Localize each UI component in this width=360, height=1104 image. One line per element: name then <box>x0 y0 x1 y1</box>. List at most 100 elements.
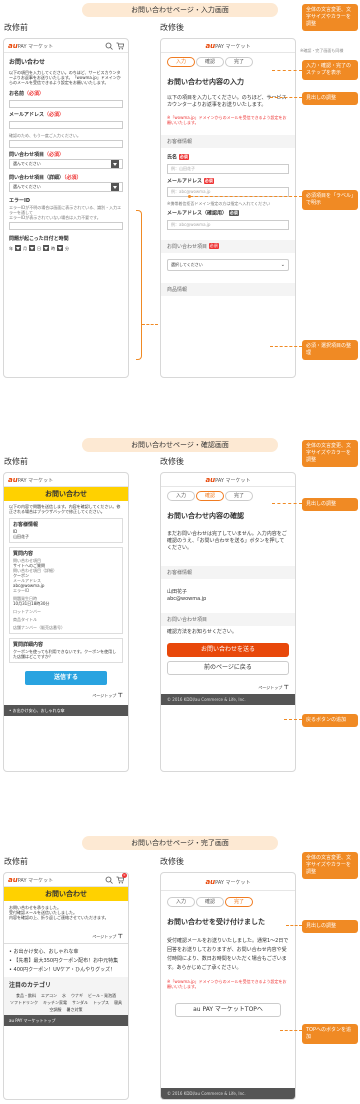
search-icon[interactable] <box>105 42 113 50</box>
annotation-2: 見出しの調整 <box>302 498 358 511</box>
item-select[interactable]: 選択してください ⌄ <box>167 258 289 271</box>
category-item[interactable]: 暑さ対策 <box>67 1007 83 1012</box>
error-id-input[interactable] <box>9 222 123 230</box>
input-after-phone: auPAY マーケット 入力 確認 完了 お問い合わせ内容の入力 以下の項目を入… <box>160 38 296 378</box>
list-item[interactable]: • 400円クーポン！UVケア・ひんやりグッズ！ <box>9 967 123 974</box>
month-select[interactable] <box>15 245 21 251</box>
category-item[interactable]: サンダル <box>72 1000 88 1005</box>
logo[interactable]: auPAY マーケット <box>8 42 53 50</box>
back-button[interactable]: 前のページに戻る <box>167 661 289 675</box>
page-title: お問い合わせ <box>4 887 128 901</box>
customer-header: お客様情報 <box>161 135 295 148</box>
page-title: お問い合わせ内容の確認 <box>167 512 244 520</box>
email-label: メールアドレス 必須 <box>167 177 214 184</box>
email-confirm-input[interactable]: 例：abc@wowma.jp <box>167 219 289 230</box>
detail-box: 質問詳細内容 クーポンを使っても利用できないです。クーポンを使用した店舗はどこで… <box>9 638 123 663</box>
annotation-1: 全体の文言変更、文字サイズやカラーを調整 <box>302 440 358 467</box>
category-item[interactable]: 水 <box>62 993 66 998</box>
logo[interactable]: auPAY マーケット <box>205 878 250 886</box>
connector-dot <box>188 195 191 198</box>
section-title-confirm: お問い合わせページ・確認画面 <box>82 438 278 452</box>
category-item[interactable]: キッチン家電 <box>43 1000 67 1005</box>
category-item[interactable]: トップス <box>93 1000 109 1005</box>
page-title: お問い合わせ内容の入力 <box>167 78 244 86</box>
footer-link[interactable]: au PAY マーケットトップ <box>4 1015 128 1026</box>
input-before-phone: auPAY マーケット お問い合わせ 以下の項目を入力してください。のちほど、サ… <box>3 38 129 378</box>
complete-after-phone: auPAY マーケット 入力 確認 完了 お問い合わせを受け付けました 受付確認… <box>160 872 296 1100</box>
hour-select[interactable] <box>43 245 49 251</box>
annotation-1: 全体の文言変更、文字サイズやカラーを調整 <box>302 4 358 31</box>
step-complete: 完了 <box>225 57 253 67</box>
date-label: 問題が起こった日付と時間 <box>9 236 69 242</box>
intro-text: 以下の項目を入力してください。のちほど、サービスカウンターよりお返事をお送りいた… <box>9 70 121 85</box>
category-item[interactable]: ソフトドリンク <box>10 1000 38 1005</box>
connector <box>272 70 302 71</box>
step-input: 入力 <box>167 491 195 501</box>
category-item[interactable]: ビール・発泡酒 <box>88 993 116 998</box>
body-3: 内容を確認の上、折り返しご連絡させていただきます。 <box>9 915 109 920</box>
note-confirm-complete: ※確認・完了画面も同様 <box>300 48 344 53</box>
send-button[interactable]: 送信する <box>25 671 107 685</box>
body-text: 受付確認メールをお送りいたしました。通常1〜2日で回答をお送りしておりますが、お… <box>167 938 289 971</box>
name-label: 氏名 必須 <box>167 154 189 161</box>
pagetop-link[interactable]: ページトップ ⊤ <box>161 679 295 694</box>
logo[interactable]: auPAY マーケット <box>8 876 53 884</box>
annotation-2: 見出しの調整 <box>302 920 358 933</box>
category-list: 食品・飲料 エアコン 水 ウナギ ビール・発泡酒 ソフトドリンク キッチン家電 … <box>9 993 123 1012</box>
pagetop-link[interactable]: ページトップ ⊤ <box>9 693 123 699</box>
category-item[interactable]: 空調服 <box>50 1007 62 1012</box>
item-detail-label: 問い合わせ項目（詳細）（必須） <box>9 175 82 181</box>
connector <box>270 97 302 98</box>
item-header: お問い合わせ項目 必須 <box>161 239 295 253</box>
section-title-complete: お問い合わせページ・完了画面 <box>82 836 278 850</box>
connector <box>286 925 302 926</box>
send-button[interactable]: お問い合わせを送る <box>167 643 289 657</box>
footer-item[interactable]: • お出かけ安心、おしゃれな傘 <box>4 705 128 716</box>
label-after: 改修後 <box>160 23 184 32</box>
domain-note: ※「wowma.jp」ドメインからのメールを受信できるよう設定をお願いいたします… <box>167 979 287 989</box>
intro-text: 以下の内容で問題を送信します。内容を確認してください。修正される場合はブラウザバ… <box>9 504 121 514</box>
category-item[interactable]: 寝具 <box>114 1000 122 1005</box>
complete-before-phone: auPAY マーケット 0 お問い合わせ お問い合わせを承りました。 受付確認メ… <box>3 872 129 1100</box>
annotation-4: 必須項目を「ラベル」で明示 <box>302 190 358 210</box>
item-detail-select[interactable]: 選んでください <box>9 182 123 192</box>
connector <box>270 346 302 347</box>
logo[interactable]: auPAY マーケット <box>205 476 250 484</box>
page-title: お問い合わせ <box>9 59 46 66</box>
header-bar: auPAY マーケット 0 <box>4 873 128 887</box>
step-complete: 完了 <box>225 491 253 501</box>
confirm-after-phone: auPAY マーケット 入力 確認 完了 お問い合わせ内容の確認 まだお問い合わ… <box>160 472 296 772</box>
chevron-down-icon: ⌄ <box>280 261 285 268</box>
promo-list: • お出かけ安心、おしゃれな傘 • 【先着】最大350円クーポン配布！お中元特集… <box>4 943 128 977</box>
category-item[interactable]: エアコン <box>41 993 57 998</box>
cart-icon[interactable] <box>116 42 124 50</box>
step-confirm: 確認 <box>196 897 224 907</box>
header-bar: auPAY マーケット <box>161 39 295 53</box>
minute-select[interactable] <box>57 245 63 251</box>
item-select[interactable]: 選んでください <box>9 159 123 169</box>
connector <box>280 1030 302 1031</box>
name-input[interactable] <box>9 100 123 108</box>
category-item[interactable]: ウナギ <box>71 993 83 998</box>
top-button[interactable]: au PAY マーケットTOPへ <box>175 1003 281 1017</box>
intro-text: まだお問い合わせは完了していません。入力内容をご確認のうえ、「お問い合わせを送る… <box>167 531 287 551</box>
email-input[interactable] <box>9 121 123 129</box>
question-box: 質問内容 問い合わせ項目 サイトへのご質問 問い合わせ項目（詳細） クーポン メ… <box>9 547 123 634</box>
list-item[interactable]: • 【先着】最大350円クーポン配布！お中元特集 <box>9 958 123 965</box>
header-bar: auPAY マーケット <box>161 473 295 487</box>
connector <box>142 324 158 325</box>
logo[interactable]: auPAY マーケット <box>8 476 53 484</box>
name-value: 山田花子 <box>167 589 188 595</box>
label-before: 改修前 <box>4 457 28 466</box>
cart-button[interactable]: 0 <box>116 873 127 884</box>
category-item[interactable]: 食品・飲料 <box>16 993 36 998</box>
pagetop-link[interactable]: ページトップ ⊤ <box>9 934 123 940</box>
list-item[interactable]: • お出かけ安心、おしゃれな傘 <box>9 949 123 956</box>
logo[interactable]: auPAY マーケット <box>205 42 250 50</box>
label-before: 改修前 <box>4 23 28 32</box>
day-select[interactable] <box>29 245 35 251</box>
email-confirm-input[interactable] <box>9 140 123 148</box>
name-input[interactable]: 例：山田花子 <box>167 163 289 174</box>
domain-note: ※「wowma.jp」ドメインからのメールを受信できるよう設定をお願いいたします… <box>167 115 287 125</box>
search-icon[interactable] <box>105 876 113 884</box>
